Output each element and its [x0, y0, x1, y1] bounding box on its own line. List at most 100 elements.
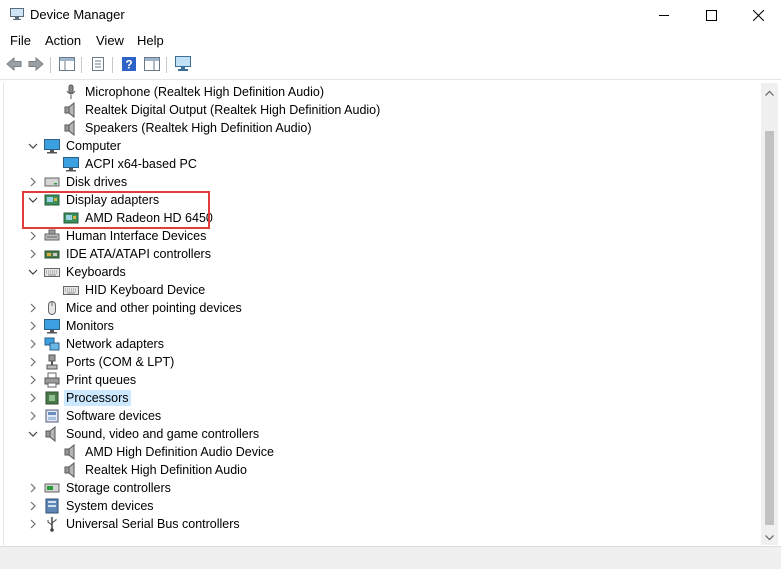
chevron-right-icon[interactable]	[27, 500, 39, 512]
tree-device[interactable]: Speakers (Realtek High Definition Audio)	[4, 119, 761, 137]
tree-item-label[interactable]: Realtek High Definition Audio	[83, 462, 249, 478]
tree-item-label[interactable]: IDE ATA/ATAPI controllers	[64, 246, 213, 262]
scroll-down-button[interactable]	[761, 528, 778, 545]
chevron-right-icon[interactable]	[27, 482, 39, 494]
back-button[interactable]	[4, 56, 24, 74]
speaker-icon	[63, 443, 79, 461]
menu-action[interactable]: Action	[45, 33, 81, 48]
chevron-down-icon[interactable]	[27, 266, 39, 278]
forward-button[interactable]	[26, 56, 46, 74]
chevron-right-icon[interactable]	[27, 338, 39, 350]
monitor-icon	[63, 156, 79, 172]
tree-item-label[interactable]: Mice and other pointing devices	[64, 300, 244, 316]
tree-device[interactable]: Microphone (Realtek High Definition Audi…	[4, 83, 761, 101]
tree-category[interactable]: Print queues	[4, 371, 761, 389]
system-device-icon	[44, 498, 60, 514]
tree-item-label[interactable]: Network adapters	[64, 336, 166, 352]
chevron-down-icon[interactable]	[27, 140, 39, 152]
tree-item-label[interactable]: Processors	[64, 390, 131, 406]
hid-icon	[44, 228, 60, 244]
vertical-scrollbar[interactable]	[761, 83, 778, 545]
tree-category[interactable]: Software devices	[4, 407, 761, 425]
chevron-right-icon[interactable]	[27, 230, 39, 242]
keyboard-icon	[44, 264, 60, 280]
scan-hardware-changes-button[interactable]	[173, 55, 193, 74]
tree-item-label[interactable]: Monitors	[64, 318, 116, 334]
tree-category[interactable]: Processors	[4, 389, 761, 407]
tree-device[interactable]: Realtek High Definition Audio	[4, 461, 761, 479]
tree-category[interactable]: Ports (COM & LPT)	[4, 353, 761, 371]
chevron-right-icon[interactable]	[27, 302, 39, 314]
close-button[interactable]	[735, 0, 781, 30]
tree-item-label[interactable]: Storage controllers	[64, 480, 173, 496]
properties-button[interactable]	[88, 56, 108, 74]
chevron-right-icon[interactable]	[27, 518, 39, 530]
microphone-icon	[63, 84, 79, 100]
title-bar[interactable]: Device Manager	[0, 0, 781, 30]
scroll-thumb[interactable]	[765, 131, 774, 525]
chevron-right-icon[interactable]	[27, 320, 39, 332]
tree-item-label[interactable]: HID Keyboard Device	[83, 282, 207, 298]
chevron-right-icon[interactable]	[27, 392, 39, 404]
tree-item-label[interactable]: Microphone (Realtek High Definition Audi…	[83, 84, 326, 100]
tree-item-label[interactable]: Ports (COM & LPT)	[64, 354, 176, 370]
tree-item-label[interactable]: Speakers (Realtek High Definition Audio)	[83, 120, 314, 136]
tree-device[interactable]: AMD High Definition Audio Device	[4, 443, 761, 461]
chevron-right-icon[interactable]	[27, 248, 39, 260]
maximize-button[interactable]	[688, 0, 734, 30]
tree-item-label[interactable]: Human Interface Devices	[64, 228, 208, 244]
show-hide-console-tree-button[interactable]	[57, 56, 77, 74]
device-tree[interactable]: Microphone (Realtek High Definition Audi…	[3, 83, 761, 545]
tree-item-label[interactable]: Print queues	[64, 372, 138, 388]
tree-category[interactable]: System devices	[4, 497, 761, 515]
tree-category[interactable]: Storage controllers	[4, 479, 761, 497]
chevron-up-icon	[765, 85, 774, 99]
tree-item-label[interactable]: Universal Serial Bus controllers	[64, 516, 242, 532]
tree-device[interactable]: Realtek Digital Output (Realtek High Def…	[4, 101, 761, 119]
tree-item-label[interactable]: ACPI x64-based PC	[83, 156, 199, 172]
toolbar-separator	[112, 57, 113, 73]
disk-drive-icon	[44, 174, 60, 190]
highlight-annotation-box	[22, 191, 210, 229]
device-manager-app-icon	[10, 8, 24, 20]
menu-file[interactable]: File	[10, 33, 31, 48]
tree-category[interactable]: IDE ATA/ATAPI controllers	[4, 245, 761, 263]
tree-item-label[interactable]: AMD High Definition Audio Device	[83, 444, 276, 460]
toolbar-separator	[166, 57, 167, 73]
chevron-right-icon[interactable]	[27, 374, 39, 386]
action-pane-icon	[144, 56, 160, 74]
tree-item-label[interactable]: Realtek Digital Output (Realtek High Def…	[83, 102, 382, 118]
chevron-right-icon[interactable]	[27, 176, 39, 188]
ide-controller-icon	[44, 246, 60, 262]
help-button[interactable]: ?	[119, 56, 139, 74]
scroll-up-button[interactable]	[761, 83, 778, 100]
tree-item-label[interactable]: System devices	[64, 498, 156, 514]
tree-category[interactable]: Network adapters	[4, 335, 761, 353]
action-pane-button[interactable]	[142, 56, 162, 74]
tree-item-label[interactable]: Disk drives	[64, 174, 129, 190]
software-device-icon	[44, 408, 60, 424]
tree-item-label[interactable]: Software devices	[64, 408, 163, 424]
tree-device[interactable]: ACPI x64-based PC	[4, 155, 761, 173]
tree-category[interactable]: Disk drives	[4, 173, 761, 191]
tree-device[interactable]: HID Keyboard Device	[4, 281, 761, 299]
tree-category[interactable]: Keyboards	[4, 263, 761, 281]
tree-category[interactable]: Sound, video and game controllers	[4, 425, 761, 443]
tree-category[interactable]: Computer	[4, 137, 761, 155]
usb-icon	[44, 516, 60, 532]
tree-category[interactable]: Human Interface Devices	[4, 227, 761, 245]
minimize-button[interactable]	[641, 0, 687, 30]
speaker-icon	[63, 101, 79, 119]
tree-category[interactable]: Universal Serial Bus controllers	[4, 515, 761, 533]
chevron-right-icon[interactable]	[27, 410, 39, 422]
tree-item-label[interactable]: Computer	[64, 138, 123, 154]
chevron-right-icon[interactable]	[27, 356, 39, 368]
tree-category[interactable]: Monitors	[4, 317, 761, 335]
menu-help[interactable]: Help	[137, 33, 164, 48]
tree-item-label[interactable]: Keyboards	[64, 264, 128, 280]
tree-item-label[interactable]: Sound, video and game controllers	[64, 426, 261, 442]
chevron-down-icon[interactable]	[27, 428, 39, 440]
mouse-icon	[44, 300, 60, 316]
tree-category[interactable]: Mice and other pointing devices	[4, 299, 761, 317]
menu-view[interactable]: View	[96, 33, 124, 48]
